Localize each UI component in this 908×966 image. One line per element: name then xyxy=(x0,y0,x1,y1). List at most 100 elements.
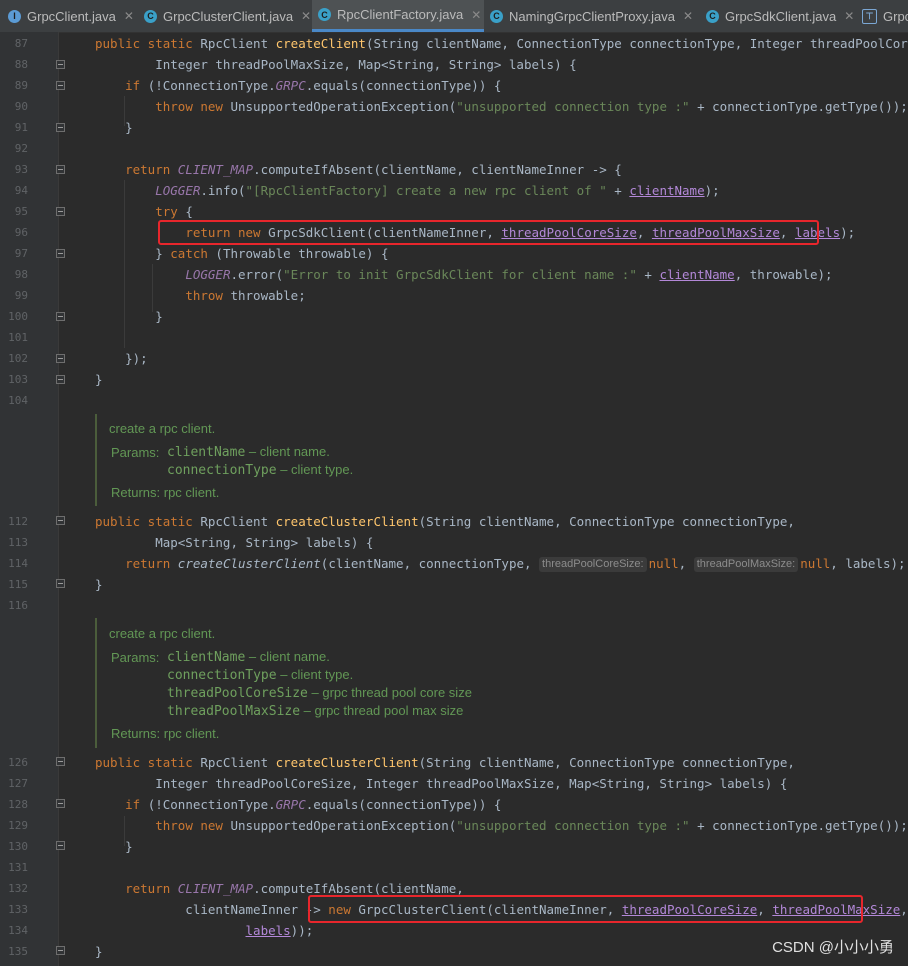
doc-param: connectionType – client type. xyxy=(167,462,353,478)
code-line: Integer threadPoolMaxSize, Map<String, S… xyxy=(95,57,577,72)
fold-icon[interactable] xyxy=(56,799,65,808)
code-line: if (!ConnectionType.GRPC.equals(connecti… xyxy=(125,797,502,812)
line-number: 87 xyxy=(14,37,28,50)
line-number: 116 xyxy=(8,599,28,612)
line-number: 113 xyxy=(8,536,28,549)
line-number: 102 xyxy=(8,352,28,365)
doc-param-name: threadPoolMaxSize xyxy=(167,704,301,719)
line-number: 134 xyxy=(8,924,28,937)
line-number: 133 xyxy=(8,903,28,916)
tab-naming-grpc-client-proxy[interactable]: C NamingGrpcClientProxy.java ✕ xyxy=(484,0,700,32)
close-icon[interactable]: ✕ xyxy=(844,9,854,23)
fold-icon[interactable] xyxy=(56,207,65,216)
fold-icon[interactable] xyxy=(56,841,65,850)
fold-icon[interactable] xyxy=(56,81,65,90)
code-line: Map<String, String> labels) { xyxy=(95,535,374,550)
line-number: 135 xyxy=(8,945,28,958)
tab-label: GrpcSdkClient.java xyxy=(725,8,837,24)
doc-param-desc: – client name. xyxy=(245,649,330,664)
doc-summary: create a rpc client. xyxy=(109,421,216,436)
code-line: } xyxy=(95,839,133,854)
code-line: throw new UnsupportedOperationException(… xyxy=(155,99,908,114)
fold-icon[interactable] xyxy=(56,60,65,69)
fold-icon[interactable] xyxy=(56,579,65,588)
code-line: public static RpcClient createClient(Str… xyxy=(95,36,908,51)
tab-label: Grpc xyxy=(883,8,908,24)
line-number: 93 xyxy=(14,163,28,176)
fold-icon[interactable] xyxy=(56,123,65,132)
close-icon[interactable]: ✕ xyxy=(301,9,311,23)
code-line: public static RpcClient createClusterCli… xyxy=(95,514,795,529)
code-line: throw throwable; xyxy=(185,288,306,303)
param-hint: threadPoolMaxSize: xyxy=(693,557,799,572)
line-number: 126 xyxy=(8,756,28,769)
doc-param: clientName – client name. xyxy=(167,444,330,460)
doc-param: threadPoolMaxSize – grpc thread pool max… xyxy=(167,703,463,719)
highlight-box xyxy=(308,895,863,923)
code-line: Integer threadPoolCoreSize, Integer thre… xyxy=(95,776,788,791)
line-number: 128 xyxy=(8,798,28,811)
fold-icon[interactable] xyxy=(56,516,65,525)
line-number: 112 xyxy=(8,515,28,528)
code-line: }); xyxy=(95,351,148,366)
code-line: return createClusterClient(clientName, c… xyxy=(125,556,906,572)
doc-params-label: Params: xyxy=(111,650,160,665)
code-line: } xyxy=(95,944,103,959)
line-number: 88 xyxy=(14,58,28,71)
tab-grpc-cluster-client[interactable]: C GrpcClusterClient.java ✕ xyxy=(140,0,312,32)
line-number: 103 xyxy=(8,373,28,386)
code-line: public static RpcClient createClusterCli… xyxy=(95,755,795,770)
doc-param: clientName – client name. xyxy=(167,649,330,665)
fold-icon[interactable] xyxy=(56,757,65,766)
code-line: if (!ConnectionType.GRPC.equals(connecti… xyxy=(125,78,502,93)
line-number: 91 xyxy=(14,121,28,134)
tab-grpc-client[interactable]: I GrpcClient.java ✕ xyxy=(0,0,140,32)
doc-param: connectionType – client type. xyxy=(167,667,353,683)
class-icon: C xyxy=(318,8,331,21)
fold-icon[interactable] xyxy=(56,354,65,363)
doc-params-label: Params: xyxy=(111,445,160,460)
fold-icon[interactable] xyxy=(56,312,65,321)
line-number: 89 xyxy=(14,79,28,92)
close-icon[interactable]: ✕ xyxy=(683,9,693,23)
tab-label: RpcClientFactory.java xyxy=(337,7,464,22)
doc-param-name: clientName xyxy=(167,650,246,665)
fold-icon[interactable] xyxy=(56,375,65,384)
tab-label: GrpcClusterClient.java xyxy=(163,8,294,24)
fold-icon[interactable] xyxy=(56,165,65,174)
line-number: 127 xyxy=(8,777,28,790)
code-line: try { xyxy=(155,204,193,219)
code-line: } catch (Throwable throwable) { xyxy=(95,246,389,261)
javadoc-block: create a rpc client. Params: clientName … xyxy=(95,414,897,506)
doc-returns: Returns: rpc client. xyxy=(111,726,220,741)
doc-param-desc: – client type. xyxy=(276,462,354,477)
code-line: } xyxy=(95,372,103,387)
tab-rpc-client-factory[interactable]: C RpcClientFactory.java ✕ xyxy=(312,0,484,32)
line-number: 129 xyxy=(8,819,28,832)
line-number: 92 xyxy=(14,142,28,155)
fold-icon[interactable] xyxy=(56,249,65,258)
close-icon[interactable]: ✕ xyxy=(471,8,481,22)
class-icon: C xyxy=(490,9,503,23)
class-icon: I xyxy=(8,9,21,23)
tab-grpc-truncated[interactable]: ⊤ Grpc xyxy=(856,0,908,32)
line-number: 130 xyxy=(8,840,28,853)
fold-icon[interactable] xyxy=(56,946,65,955)
doc-summary: create a rpc client. xyxy=(109,626,216,641)
doc-param-desc: – client name. xyxy=(245,444,330,459)
code-line: LOGGER.info("[RpcClientFactory] create a… xyxy=(155,183,720,198)
code-line: labels)); xyxy=(245,923,314,938)
code-line: LOGGER.error("Error to init GrpcSdkClien… xyxy=(185,267,833,282)
line-number: 97 xyxy=(14,247,28,260)
close-icon[interactable]: ✕ xyxy=(124,9,134,23)
doc-param-name: connectionType xyxy=(167,463,277,478)
line-number: 95 xyxy=(14,205,28,218)
class-icon: C xyxy=(706,9,719,23)
tab-label: NamingGrpcClientProxy.java xyxy=(509,8,675,24)
javadoc-block: create a rpc client. Params: clientName … xyxy=(95,618,897,748)
tab-grpc-sdk-client[interactable]: C GrpcSdkClient.java ✕ xyxy=(700,0,856,32)
doc-param-desc: – grpc thread pool core size xyxy=(307,685,472,700)
line-number: 100 xyxy=(8,310,28,323)
doc-param-name: threadPoolCoreSize xyxy=(167,686,308,701)
line-number: 98 xyxy=(14,268,28,281)
